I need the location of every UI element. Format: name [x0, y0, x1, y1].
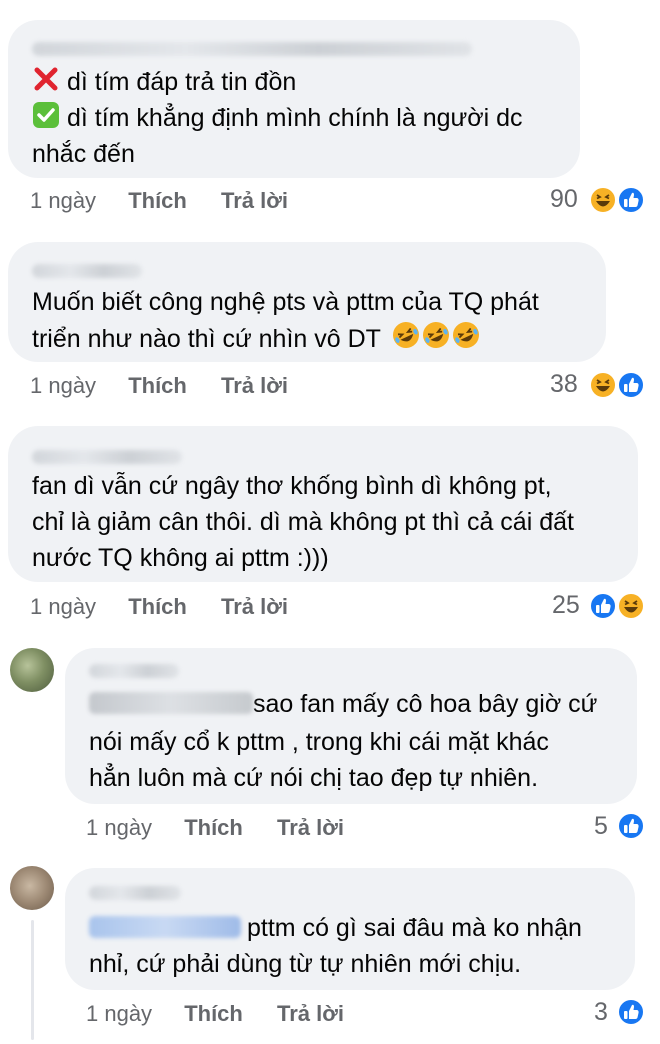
comment-line: dì tím khẳng định mình chính là người dc	[32, 100, 523, 139]
rofl-emoji-icon	[421, 320, 451, 360]
cross-mark-icon	[32, 65, 60, 103]
comment-time[interactable]: 1 ngày	[86, 815, 152, 840]
comment-meta: 1 ngày Thích Trả lời	[30, 373, 288, 399]
avatar[interactable]	[10, 866, 54, 910]
comment-line: Muốn biết công nghệ pts và pttm của TQ p…	[32, 288, 539, 316]
comment-line: fan dì vẫn cứ ngây thơ khống bình dì khô…	[32, 472, 552, 500]
like-button[interactable]: Thích	[184, 815, 243, 840]
reply-button[interactable]: Trả lời	[221, 594, 288, 619]
reply-button[interactable]: Trả lời	[221, 373, 288, 398]
comment-meta: 1 ngày Thích Trả lời	[86, 815, 344, 841]
comment-bubble: dì tím đáp trả tin đồn dì tím khẳng định…	[8, 20, 580, 178]
commenter-name-blurred[interactable]	[89, 664, 179, 678]
haha-icon[interactable]	[589, 371, 617, 399]
like-button[interactable]: Thích	[128, 188, 187, 213]
comment-time[interactable]: 1 ngày	[86, 1001, 152, 1026]
reply-button[interactable]: Trả lời	[277, 1001, 344, 1026]
rofl-emoji-icon	[391, 320, 421, 360]
like-icon[interactable]	[617, 371, 645, 399]
mention-tag-blurred[interactable]	[89, 916, 241, 938]
comment-time[interactable]: 1 ngày	[30, 594, 96, 619]
like-icon[interactable]	[617, 998, 645, 1026]
comment-meta: 1 ngày Thích Trả lời	[86, 1001, 344, 1027]
comment-line: hẳn luôn mà cứ nói chị tao đẹp tự nhiên.	[89, 764, 539, 792]
comment-line: nói mấy cổ k pttm , trong khi cái mặt kh…	[89, 728, 549, 756]
haha-icon[interactable]	[617, 592, 645, 620]
haha-icon[interactable]	[589, 186, 617, 214]
comment-time[interactable]: 1 ngày	[30, 188, 96, 213]
like-button[interactable]: Thích	[128, 373, 187, 398]
reaction-count[interactable]: 38	[550, 370, 578, 399]
thread-line	[31, 920, 34, 1040]
reply-button[interactable]: Trả lời	[277, 815, 344, 840]
comment-line: sao fan mấy cô hoa bây giờ cứ	[89, 686, 597, 722]
commenter-name-blurred[interactable]	[89, 886, 181, 900]
comment-meta: 1 ngày Thích Trả lời	[30, 188, 288, 214]
commenter-name-blurred[interactable]	[32, 42, 472, 56]
like-icon[interactable]	[617, 812, 645, 840]
comment-meta: 1 ngày Thích Trả lời	[30, 594, 288, 620]
comment-bubble: fan dì vẫn cứ ngây thơ khống bình dì khô…	[8, 426, 638, 582]
comment-line: pttm có gì sai đâu mà ko nhận	[89, 910, 582, 946]
mention-tag-blurred[interactable]	[89, 692, 253, 714]
check-mark-button-icon	[32, 101, 60, 139]
reaction-count[interactable]: 3	[594, 998, 608, 1027]
comment-line: nước TQ không ai pttm :)))	[32, 544, 329, 572]
comment-line: chỉ là giảm cân thôi. dì mà không pt thì…	[32, 508, 574, 536]
comment-bubble: Muốn biết công nghệ pts và pttm của TQ p…	[8, 242, 606, 362]
reaction-count[interactable]: 90	[550, 185, 578, 214]
comment-bubble: sao fan mấy cô hoa bây giờ cứ nói mấy cổ…	[65, 648, 637, 804]
comment-time[interactable]: 1 ngày	[30, 373, 96, 398]
rofl-emoji-icon	[451, 320, 481, 360]
avatar[interactable]	[10, 648, 54, 692]
comment-line: triển như nào thì cứ nhìn vô DT	[32, 320, 481, 360]
comment-line: dì tím đáp trả tin đồn	[32, 64, 296, 103]
reaction-count[interactable]: 5	[594, 812, 608, 841]
comment-line: nhỉ, cứ phải dùng từ tự nhiên mới chịu.	[89, 950, 522, 978]
like-button[interactable]: Thích	[184, 1001, 243, 1026]
commenter-name-blurred[interactable]	[32, 450, 182, 464]
reaction-count[interactable]: 25	[552, 591, 580, 620]
comment-bubble: pttm có gì sai đâu mà ko nhận nhỉ, cứ ph…	[65, 868, 635, 990]
commenter-name-blurred[interactable]	[32, 264, 142, 278]
like-button[interactable]: Thích	[128, 594, 187, 619]
like-icon[interactable]	[589, 592, 617, 620]
like-icon[interactable]	[617, 186, 645, 214]
comment-line: nhắc đến	[32, 140, 135, 168]
reply-button[interactable]: Trả lời	[221, 188, 288, 213]
